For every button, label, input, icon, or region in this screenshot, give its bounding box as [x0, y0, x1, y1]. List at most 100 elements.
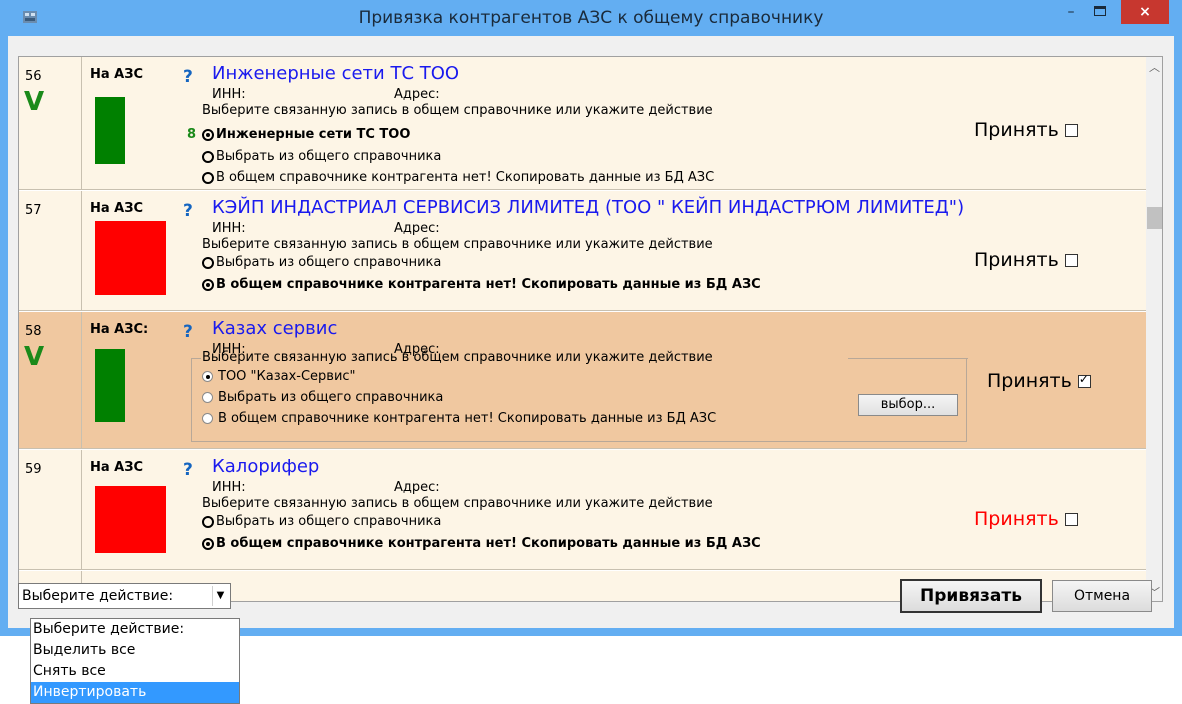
scroll-up-icon[interactable]: ︿ [1146, 59, 1162, 76]
option-copy-from-azs[interactable]: В общем справочнике контрагента нет! Ско… [202, 170, 714, 185]
help-icon[interactable]: ? [183, 201, 193, 221]
action-select[interactable]: Выберите действие: ▼ [18, 583, 231, 609]
option-pick-from-directory[interactable]: Выбрать из общего справочника [202, 390, 443, 405]
on-azs-label: На АЗС [90, 201, 144, 216]
minimize-button[interactable]: – [1058, 0, 1084, 24]
group-border [191, 358, 201, 359]
dropdown-item-invert[interactable]: Инвертировать [31, 682, 239, 703]
counterparty-name: Калорифер [212, 456, 320, 477]
title-bar[interactable]: Привязка контрагентов АЗС к общему справ… [0, 0, 1182, 36]
accept-label: Принять [974, 508, 1059, 530]
accept-label: Принять [974, 119, 1059, 141]
column-divider [81, 312, 82, 448]
accept-checkbox[interactable] [1064, 512, 1078, 526]
scrollbar-thumb[interactable] [1147, 207, 1162, 229]
bind-button[interactable]: Привязать [900, 579, 1042, 613]
chevron-down-icon[interactable]: ▼ [212, 586, 228, 606]
inn-label: ИНН: [212, 87, 246, 102]
radio[interactable] [202, 150, 214, 163]
inn-label: ИНН: [212, 221, 246, 236]
on-azs-label: На АЗС [90, 460, 144, 475]
option-label: В общем справочнике контрагента нет! Ско… [216, 536, 761, 551]
accept-toggle[interactable]: Принять [987, 370, 1091, 392]
matched-check-icon: V [24, 342, 45, 372]
maximize-icon [1094, 6, 1106, 16]
radio-selected[interactable] [202, 537, 214, 550]
choice-prompt: Выберите связанную запись в общем справо… [202, 237, 713, 252]
accept-checkbox[interactable] [1077, 372, 1091, 388]
option-pick-from-directory[interactable]: Выбрать из общего справочника [202, 514, 441, 529]
dialog-client-area: 56 V На АЗС ? Инженерные сети ТС ТОО ИНН… [8, 36, 1174, 628]
list-item-58[interactable]: 58 V На АЗС: ? Казах сервис ИНН: Адрес: … [19, 312, 1146, 449]
option-label: Инженерные сети ТС ТОО [216, 127, 411, 142]
status-indicator [95, 349, 125, 422]
option-label: Выбрать из общего справочника [216, 514, 442, 529]
status-indicator [95, 486, 166, 553]
action-dropdown-list: Выберите действие: Выделить все Снять вс… [30, 618, 240, 704]
radio-selected[interactable] [202, 278, 214, 291]
address-label: Адрес: [394, 480, 440, 495]
address-label: Адрес: [394, 221, 440, 236]
cancel-button[interactable]: Отмена [1052, 580, 1152, 612]
pick-record-button[interactable]: выбор... [858, 394, 958, 416]
row-number: 57 [25, 203, 42, 218]
help-icon[interactable]: ? [183, 460, 193, 480]
match-count-badge: 8 [187, 127, 197, 142]
option-copy-from-azs[interactable]: В общем справочнике контрагента нет! Ско… [202, 536, 761, 551]
help-icon[interactable]: ? [183, 322, 193, 342]
radio-selected[interactable] [202, 128, 214, 141]
status-indicator [95, 221, 166, 295]
radio[interactable] [202, 171, 214, 184]
close-button[interactable]: × [1121, 0, 1169, 24]
accept-checkbox[interactable] [1064, 253, 1078, 267]
on-azs-label: На АЗС [90, 67, 144, 82]
radio[interactable] [202, 392, 213, 403]
row-number: 59 [25, 462, 42, 477]
option-label: Выбрать из общего справочника [216, 149, 442, 164]
dialog-window: Привязка контрагентов АЗС к общему справ… [0, 0, 1182, 636]
option-copy-from-azs[interactable]: В общем справочнике контрагента нет! Ско… [202, 411, 716, 426]
option-matched-record[interactable]: Инженерные сети ТС ТОО [202, 127, 410, 142]
choice-prompt: Выберите связанную запись в общем справо… [202, 496, 713, 511]
column-divider [81, 450, 82, 569]
counterparty-name: КЭЙП ИНДАСТРИАЛ СЕРВИСИЗ ЛИМИТЕД (ТОО " … [212, 197, 965, 218]
list-item-59[interactable]: 59 На АЗС ? Калорифер ИНН: Адрес: Выбери… [19, 450, 1146, 570]
accept-toggle[interactable]: Принять [974, 508, 1078, 530]
status-indicator [95, 97, 125, 164]
option-copy-from-azs[interactable]: В общем справочнике контрагента нет! Ско… [202, 277, 761, 292]
window-title: Привязка контрагентов АЗС к общему справ… [358, 8, 824, 28]
dropdown-item-choose[interactable]: Выберите действие: [31, 619, 239, 640]
option-label: Выбрать из общего справочника [218, 390, 444, 405]
action-select-value: Выберите действие: [22, 588, 174, 604]
option-matched-record[interactable]: ТОО "Казах-Сервис" [202, 369, 356, 384]
radio[interactable] [202, 256, 214, 269]
matched-check-icon: V [24, 87, 45, 117]
list-rows: 56 V На АЗС ? Инженерные сети ТС ТОО ИНН… [19, 57, 1146, 601]
option-label: ТОО "Казах-Сервис" [218, 369, 356, 384]
choice-prompt: Выберите связанную запись в общем справо… [202, 103, 713, 118]
list-item-56[interactable]: 56 V На АЗС ? Инженерные сети ТС ТОО ИНН… [19, 57, 1146, 190]
dropdown-item-select-all[interactable]: Выделить все [31, 640, 239, 661]
counterparty-name: Казах сервис [212, 318, 338, 339]
accept-checkbox[interactable] [1064, 123, 1078, 137]
row-number: 58 [25, 324, 42, 339]
option-pick-from-directory[interactable]: Выбрать из общего справочника [202, 149, 441, 164]
option-label: Выбрать из общего справочника [216, 255, 442, 270]
accept-label: Принять [987, 370, 1072, 392]
group-border [848, 358, 968, 359]
address-label: Адрес: [394, 87, 440, 102]
accept-toggle[interactable]: Принять [974, 249, 1078, 271]
on-azs-label: На АЗС: [90, 322, 149, 337]
accept-label: Принять [974, 249, 1059, 271]
option-label: В общем справочнике контрагента нет! Ско… [218, 411, 717, 426]
radio[interactable] [202, 515, 214, 528]
accept-toggle[interactable]: Принять [974, 119, 1078, 141]
radio[interactable] [202, 413, 213, 424]
option-pick-from-directory[interactable]: Выбрать из общего справочника [202, 255, 441, 270]
vertical-scrollbar[interactable]: ︿ ﹀ [1146, 57, 1162, 601]
dropdown-item-clear-all[interactable]: Снять все [31, 661, 239, 682]
radio-selected[interactable] [202, 371, 213, 382]
maximize-button[interactable] [1086, 0, 1114, 24]
help-icon[interactable]: ? [183, 67, 193, 87]
list-item-57[interactable]: 57 На АЗС ? КЭЙП ИНДАСТРИАЛ СЕРВИСИЗ ЛИМ… [19, 191, 1146, 311]
